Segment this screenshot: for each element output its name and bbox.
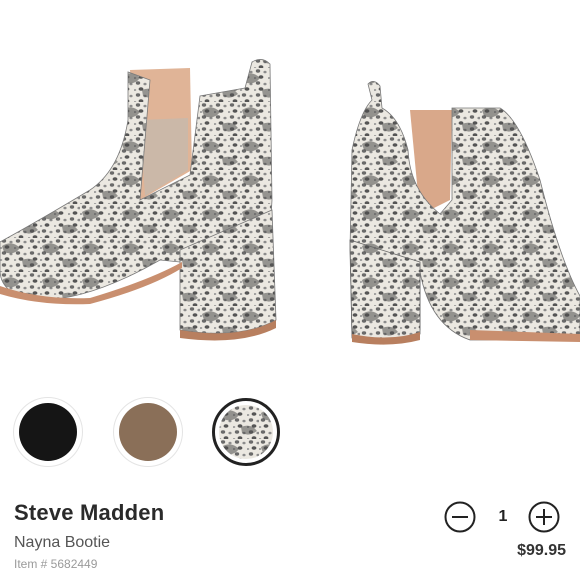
plus-circle-icon bbox=[528, 501, 560, 533]
swatch-taupe[interactable] bbox=[114, 398, 182, 466]
swatch-snake-print[interactable] bbox=[212, 398, 280, 466]
quantity-value: 1 bbox=[498, 508, 508, 525]
swatch-black[interactable] bbox=[14, 398, 82, 466]
swatch-taupe-fill bbox=[119, 403, 177, 461]
increment-quantity-button[interactable] bbox=[528, 501, 560, 533]
item-number: Item # 5682449 bbox=[14, 557, 98, 571]
price: $99.95 bbox=[517, 542, 566, 559]
decrement-quantity-button[interactable] bbox=[444, 501, 476, 533]
swatch-black-fill bbox=[19, 403, 77, 461]
minus-circle-icon bbox=[444, 501, 476, 533]
swatch-snake-fill bbox=[219, 405, 273, 459]
brand-name: Steve Madden bbox=[14, 500, 165, 525]
product-name: Nayna Bootie bbox=[14, 534, 111, 551]
right-boot-illustration bbox=[349, 81, 580, 345]
product-image[interactable] bbox=[0, 0, 580, 380]
left-boot-illustration bbox=[0, 59, 277, 341]
color-swatches bbox=[0, 398, 580, 470]
